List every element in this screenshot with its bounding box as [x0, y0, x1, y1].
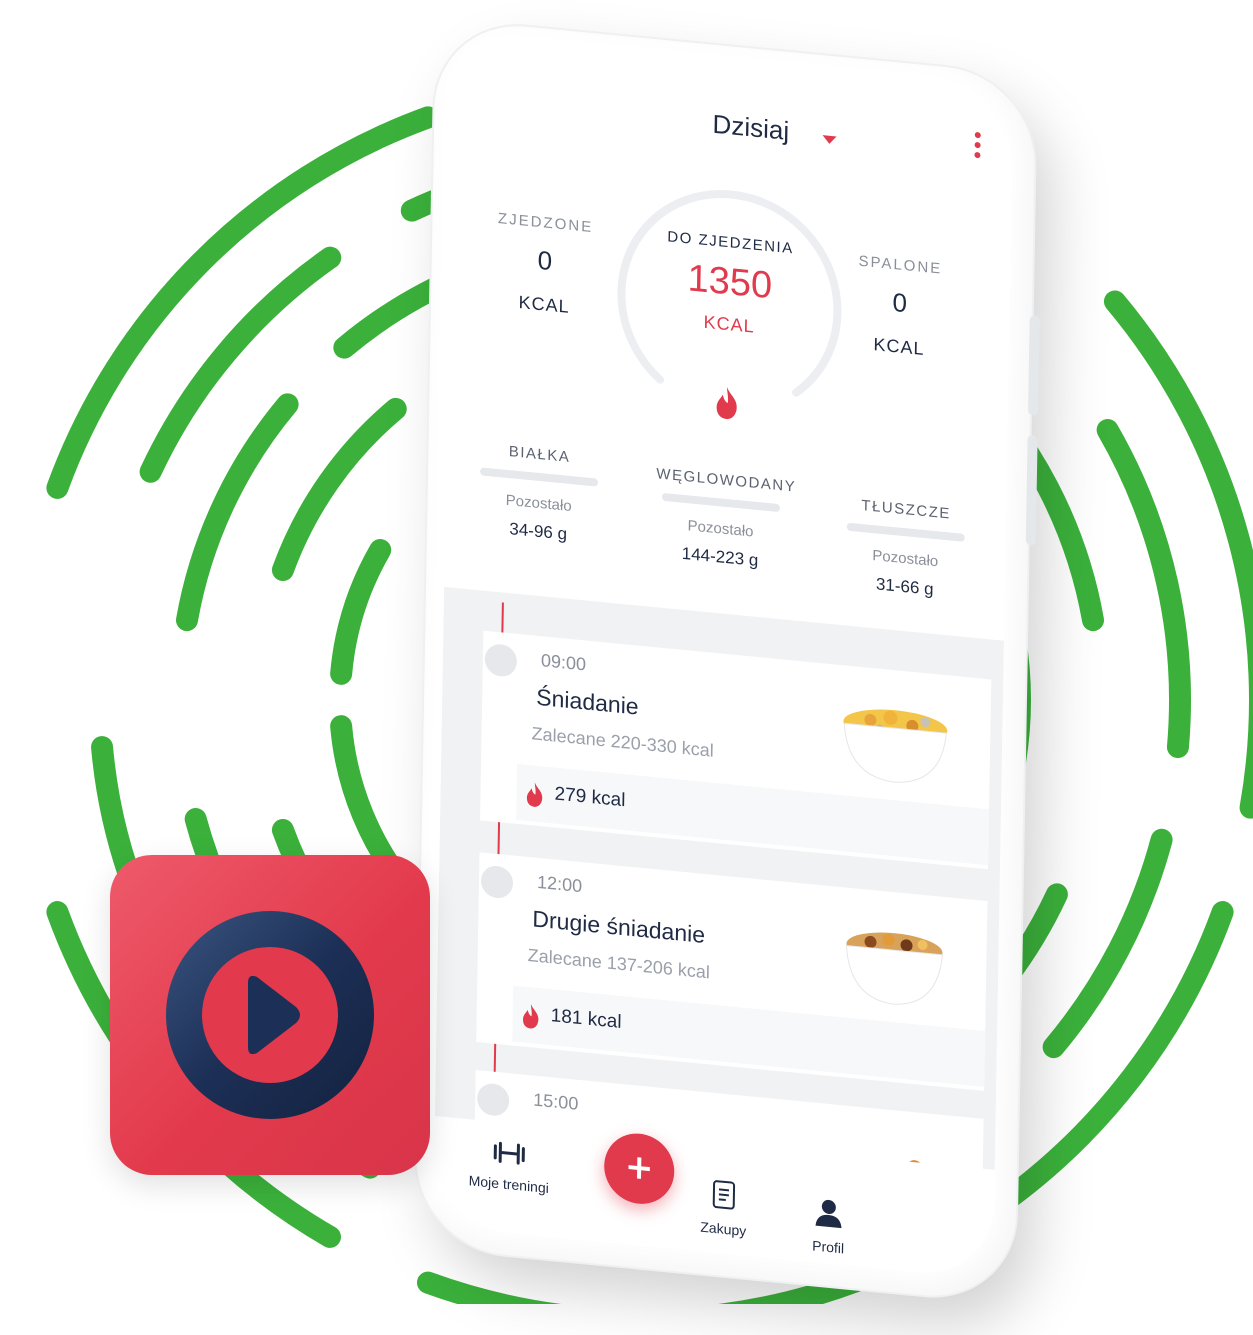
app-screen: Dzisiaj ZJEDZONE 0 KCAL DO ZJEDZENIA 135… [432, 37, 1014, 1280]
flame-icon [520, 1002, 541, 1034]
play-circle-icon [166, 911, 374, 1119]
add-button[interactable]: + [603, 1130, 675, 1208]
timeline-dot [476, 1082, 510, 1118]
meal-recommended: Zalecane 220-330 kcal [531, 723, 714, 761]
nav-profile-label: Profil [812, 1237, 845, 1257]
ring-arc [330, 539, 392, 685]
macro-fat: TŁUSZCZE Pozostało 31-66 g [840, 495, 972, 603]
date-selector[interactable]: Dzisiaj [712, 109, 789, 147]
timeline-dot [484, 642, 518, 678]
phone-mockup: Dzisiaj ZJEDZONE 0 KCAL DO ZJEDZENIA 135… [414, 18, 1040, 1334]
meal-time: 15:00 [533, 1089, 579, 1114]
meal-title: Śniadanie [536, 683, 639, 720]
timeline-dot [480, 864, 514, 900]
meal-kcal: 279 kcal [554, 783, 626, 812]
nav-profile[interactable]: Profil [793, 1195, 864, 1259]
calorie-ring[interactable]: DO ZJEDZENIA 1350 KCAL [608, 163, 852, 426]
macro-amount: 31-66 g [875, 574, 934, 599]
macro-progress-bar [661, 492, 781, 513]
nuts-bowl-image [841, 921, 946, 1015]
macro-progress-bar [480, 467, 599, 487]
macro-name: BIAŁKA [508, 443, 571, 466]
macro-remaining-label: Pozostało [687, 517, 754, 541]
muesli-bowl-image [839, 699, 950, 793]
burned-stat: SPALONE 0 KCAL [844, 251, 956, 362]
phone-body: Dzisiaj ZJEDZONE 0 KCAL DO ZJEDZENIA 135… [414, 18, 1040, 1304]
phone-side-button [1025, 434, 1038, 546]
eaten-unit: KCAL [518, 292, 570, 317]
nav-shopping-label: Zakupy [700, 1218, 747, 1240]
meal-time: 12:00 [536, 871, 583, 897]
shopping-list-icon [684, 1176, 765, 1217]
more-vertical-icon[interactable] [972, 131, 983, 167]
app-icon [110, 855, 430, 1175]
meal-kcal: 181 kcal [550, 1005, 622, 1033]
user-icon [793, 1195, 864, 1235]
dumbbell-icon [454, 1136, 564, 1174]
burned-unit: KCAL [873, 334, 925, 359]
macro-remaining-label: Pozostało [505, 491, 572, 516]
ring-arc [1042, 828, 1173, 1059]
meal-recommended: Zalecane 137-206 kcal [527, 944, 711, 983]
caret-down-icon[interactable] [822, 135, 837, 145]
macro-progress-bar [846, 522, 965, 542]
app-header: Dzisiaj [452, 78, 1013, 182]
macro-remaining-label: Pozostało [872, 547, 939, 571]
macro-name: TŁUSZCZE [861, 496, 952, 523]
burned-value: 0 [892, 286, 908, 319]
flame-icon [524, 781, 545, 813]
eaten-value: 0 [537, 244, 553, 277]
macro-amount: 144-223 g [681, 543, 759, 571]
eaten-label: ZJEDZONE [497, 210, 594, 237]
macro-amount: 34-96 g [509, 519, 568, 544]
nav-shopping[interactable]: Zakupy [683, 1176, 764, 1241]
nav-trainings-label: Moje treningi [468, 1172, 549, 1197]
burned-label: SPALONE [858, 252, 943, 278]
macro-carbs: WĘGLOWODANY Pozostało 144-223 g [655, 465, 797, 573]
macro-name: WĘGLOWODANY [656, 465, 797, 496]
ring-arc [1096, 419, 1191, 759]
eaten-stat: ZJEDZONE 0 KCAL [489, 209, 601, 320]
ring-arc [175, 393, 299, 632]
nav-trainings[interactable]: Moje treningi [454, 1136, 565, 1197]
meal-time: 09:00 [540, 650, 587, 675]
phone-side-button [1027, 315, 1040, 416]
meal-title: Drugie śniadanie [532, 905, 706, 948]
macro-protein: BIAŁKA Pozostało 34-96 g [473, 440, 605, 548]
